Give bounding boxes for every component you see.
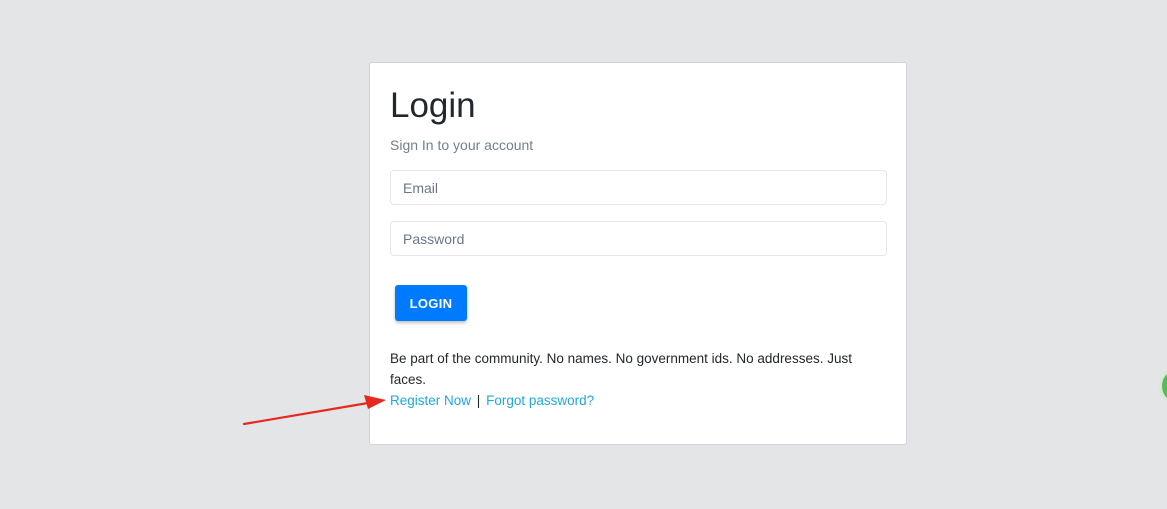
page-subtitle: Sign In to your account xyxy=(390,137,534,153)
page-title: Login xyxy=(390,86,476,125)
green-circle-icon[interactable] xyxy=(1159,366,1167,406)
login-card: Login Sign In to your account LOGIN Be p… xyxy=(369,62,907,445)
email-field[interactable] xyxy=(390,170,887,205)
register-now-link[interactable]: Register Now xyxy=(390,393,471,408)
password-field[interactable] xyxy=(390,221,887,256)
forgot-password-link[interactable]: Forgot password? xyxy=(486,393,594,408)
community-blurb: Be part of the community. No names. No g… xyxy=(390,351,852,387)
link-separator: | xyxy=(476,393,481,408)
login-button[interactable]: LOGIN xyxy=(395,285,467,321)
account-links: Register Now | Forgot password? xyxy=(390,390,594,411)
red-arrow-icon xyxy=(242,395,386,426)
